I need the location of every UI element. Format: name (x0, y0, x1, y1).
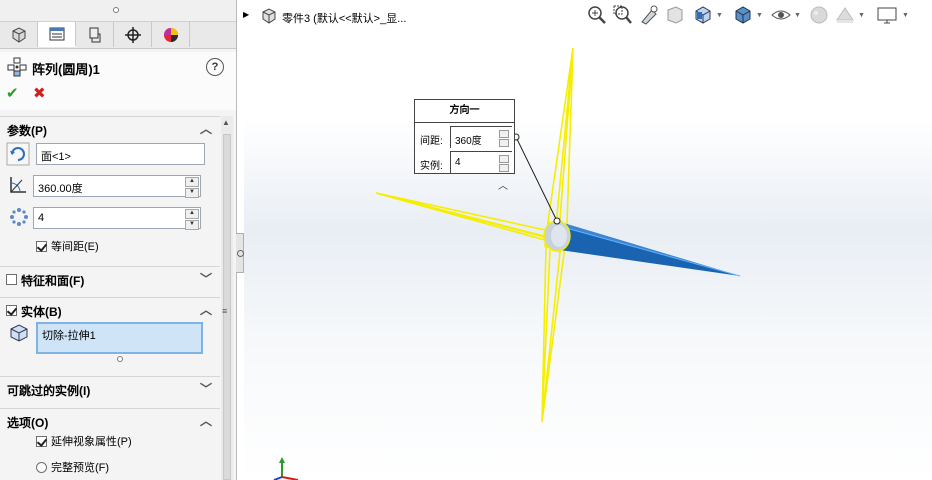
zoom-to-fit-icon[interactable] (586, 4, 608, 26)
apply-scene-icon[interactable] (834, 4, 856, 26)
tree-expand-arrow-icon[interactable]: ▶ (243, 10, 249, 19)
zoom-area-icon[interactable] (612, 4, 634, 26)
view-orientation-icon[interactable] (692, 4, 714, 26)
callout-instances-field[interactable]: 4 (450, 151, 512, 174)
view-settings-icon[interactable] (876, 4, 898, 26)
callout-instances-label: 实例: (420, 161, 443, 172)
scene-dropdown-icon[interactable]: ▼ (858, 12, 865, 19)
orientation-dropdown-icon[interactable]: ▼ (716, 12, 723, 19)
pattern-direction-callout: 方向一 间距: 360度 实例: 4 (414, 99, 515, 174)
callout-instances-value: 4 (455, 157, 461, 168)
edit-appearance-icon[interactable] (808, 4, 830, 26)
callout-spacing-field[interactable]: 360度 (450, 126, 512, 148)
display-style-icon[interactable] (732, 4, 754, 26)
callout-spacing-label: 间距: (420, 136, 443, 147)
hide-show-icon[interactable] (770, 4, 792, 26)
section-view-icon[interactable] (664, 4, 686, 26)
callout-leader-line (515, 136, 558, 222)
callout-spacing-value: 360度 (455, 136, 482, 147)
model-preview (375, 47, 741, 423)
callout-spacing-spinner[interactable] (499, 130, 509, 147)
part-tree-title[interactable]: 零件3 (默认<<默认>_显... (282, 10, 406, 26)
hide-show-dropdown-icon[interactable]: ▼ (794, 12, 801, 19)
callout-instances-spinner[interactable] (499, 155, 509, 172)
callout-collapse-icon[interactable]: ︿ (498, 177, 508, 192)
callout-title: 方向一 (415, 100, 514, 123)
view-settings-dropdown-icon[interactable]: ▼ (902, 12, 909, 19)
reference-triad-icon (273, 457, 299, 480)
part-icon (262, 8, 276, 24)
previous-view-icon[interactable] (638, 4, 660, 26)
display-style-dropdown-icon[interactable]: ▼ (756, 12, 763, 19)
